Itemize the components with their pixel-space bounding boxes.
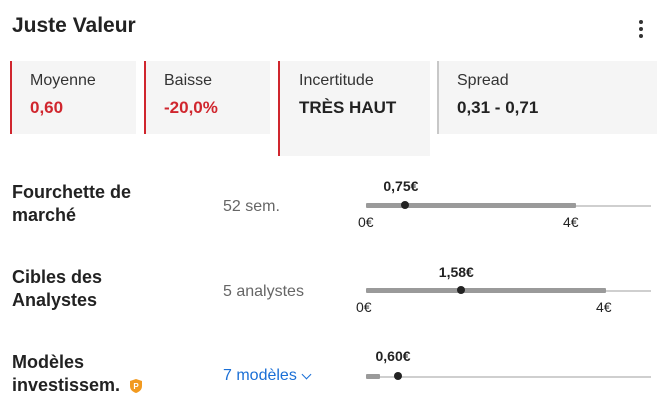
range-fill <box>366 203 576 208</box>
range-fill <box>366 288 606 293</box>
chevron-down-icon <box>301 369 312 379</box>
card-uncertainty: Incertitude TRÈS HAUT <box>278 61 430 156</box>
card-value: 0,60 <box>30 98 64 117</box>
svg-text:P: P <box>133 382 139 391</box>
card-label: Incertitude <box>299 72 374 89</box>
current-value-label: 0,75€ <box>383 178 419 194</box>
card-value: TRÈS HAUT <box>299 98 397 117</box>
range-min-label: 0€ <box>358 214 374 230</box>
range-min-label: 0€ <box>356 299 372 315</box>
kebab-menu-icon[interactable] <box>634 18 648 40</box>
pro-badge-icon: P <box>130 379 143 394</box>
row-meta: 52 sem. <box>223 198 280 215</box>
card-value: -20,0% <box>164 98 218 117</box>
current-value-label: 1,58€ <box>438 264 474 280</box>
row-label-text: Modèles investissem. <box>12 352 121 395</box>
row-label-market-range: Fourchette de marché <box>12 182 132 225</box>
card-average: Moyenne 0,60 <box>10 61 136 134</box>
card-label: Spread <box>457 72 509 89</box>
page-title: Juste Valeur <box>12 14 136 37</box>
card-downside: Baisse -20,0% <box>144 61 270 134</box>
range-track <box>366 376 651 378</box>
models-link-label[interactable]: 7 modèles <box>223 367 297 385</box>
range-marker <box>456 286 465 294</box>
row-label-investment-models: Modèles investissem. P <box>12 351 172 397</box>
range-fill <box>366 374 380 379</box>
card-spread: Spread 0,31 - 0,71 <box>437 61 657 134</box>
models-dropdown-link[interactable]: 7 modèles <box>223 367 312 385</box>
card-label: Moyenne <box>30 72 96 89</box>
range-marker <box>393 372 402 380</box>
range-max-label: 4€ <box>596 299 612 315</box>
row-meta: 5 analystes <box>223 283 304 300</box>
card-value: 0,31 - 0,71 <box>457 98 539 117</box>
card-label: Baisse <box>164 72 213 89</box>
row-label-analyst-targets: Cibles des Analystes <box>12 267 103 310</box>
range-max-label: 4€ <box>563 214 579 230</box>
current-value-label: 0,60€ <box>375 348 411 364</box>
